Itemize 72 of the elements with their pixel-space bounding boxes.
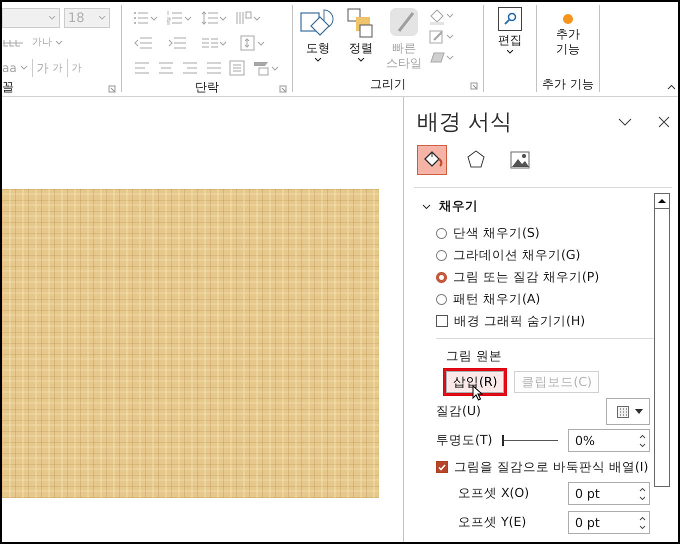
- scrollbar[interactable]: [654, 193, 670, 487]
- paintbrush-icon: [389, 7, 419, 39]
- justify-icon[interactable]: [205, 60, 223, 76]
- caret-icon: [20, 66, 28, 70]
- option-label[interactable]: 패턴 채우기(A): [453, 290, 540, 308]
- option-label[interactable]: 그라데이션 채우기(G): [453, 246, 580, 264]
- caret-icon: [314, 58, 322, 62]
- align-left-icon[interactable]: [133, 60, 151, 76]
- caret-icon: [56, 41, 63, 45]
- line-spacing-icon[interactable]: [201, 10, 227, 26]
- collapse-ribbon-icon[interactable]: [667, 84, 676, 90]
- option-label[interactable]: 단색 채우기(S): [453, 224, 540, 242]
- caret-icon: [49, 16, 56, 20]
- checkbox-label[interactable]: 그림을 질감으로 바둑판식 배열(I): [454, 458, 648, 476]
- source-button[interactable]: 삽입(R): [446, 371, 504, 393]
- numbering-icon[interactable]: [167, 10, 193, 26]
- dot-icon: [562, 13, 574, 25]
- check-icon: [438, 464, 446, 470]
- spin-field[interactable]: 0%: [568, 429, 650, 452]
- dialog-launcher-icon[interactable]: [279, 85, 287, 93]
- caret-icon: [99, 16, 106, 20]
- add-ins-button[interactable]: 추가 기능: [550, 5, 586, 76]
- checkbox[interactable]: [436, 461, 448, 473]
- caret-icon: [358, 58, 364, 62]
- caret-icon: [506, 50, 514, 54]
- search-icon: [498, 7, 522, 31]
- option-label[interactable]: 그림 또는 질감 채우기(P): [453, 268, 600, 286]
- radio-button[interactable]: [436, 250, 447, 260]
- spin-field[interactable]: 0 pt: [568, 511, 650, 534]
- radio-button[interactable]: [436, 272, 447, 282]
- slider-thumb[interactable]: [502, 435, 504, 446]
- radio-button[interactable]: [436, 294, 447, 304]
- field-label: 오프셋 X(O): [458, 485, 530, 502]
- group-label: 단락: [195, 78, 219, 96]
- spin-field[interactable]: 0 pt: [568, 482, 650, 505]
- close-icon[interactable]: [658, 116, 670, 128]
- field-label: 오프셋 Y(E): [458, 514, 526, 531]
- group-label: 추가 기능: [542, 76, 594, 92]
- font-size-value: 18: [68, 10, 85, 26]
- dialog-launcher-icon[interactable]: [470, 82, 478, 90]
- checkbox-label[interactable]: 배경 그래픽 숨기기(H): [454, 312, 586, 330]
- pane-title: 배경 서식: [417, 109, 513, 137]
- text-direction-icon[interactable]: [235, 10, 261, 26]
- chevron-down-icon[interactable]: [618, 117, 632, 127]
- smartart-icon[interactable]: [253, 60, 279, 76]
- field-label: 질감(U): [436, 403, 481, 420]
- field-label: 투명도(T): [436, 432, 492, 449]
- chevron-down-icon[interactable]: [422, 202, 431, 210]
- distributed-icon[interactable]: [229, 60, 247, 76]
- checkbox[interactable]: [436, 315, 448, 327]
- texture-icon: [616, 406, 628, 418]
- dialog-launcher-icon[interactable]: [108, 85, 116, 93]
- radio-button[interactable]: [436, 228, 447, 238]
- texture-dropdown[interactable]: [606, 398, 650, 425]
- transparency-slider[interactable]: [502, 435, 558, 446]
- spinner-icon[interactable]: [639, 516, 646, 530]
- group-label: 꼴: [2, 78, 14, 96]
- picture-icon: [509, 149, 531, 171]
- spinner-icon[interactable]: [639, 434, 646, 448]
- align-right-icon[interactable]: [181, 60, 199, 76]
- pane-tab[interactable]: [417, 145, 447, 175]
- section-title[interactable]: 채우기: [439, 198, 478, 214]
- editing-button[interactable]: 편집: [494, 5, 526, 76]
- shape-fill-icon[interactable]: [428, 7, 454, 25]
- ribbon-button[interactable]: 정렬: [342, 5, 380, 76]
- center-icon[interactable]: [157, 60, 175, 76]
- spinner-icon[interactable]: [639, 486, 646, 500]
- caret-icon: [634, 409, 642, 414]
- group-label: 그림 원본: [446, 348, 502, 364]
- shape-outline-icon[interactable]: [428, 28, 454, 46]
- ribbon-button[interactable]: 도형: [296, 5, 340, 76]
- group-label: 그리기: [370, 76, 406, 92]
